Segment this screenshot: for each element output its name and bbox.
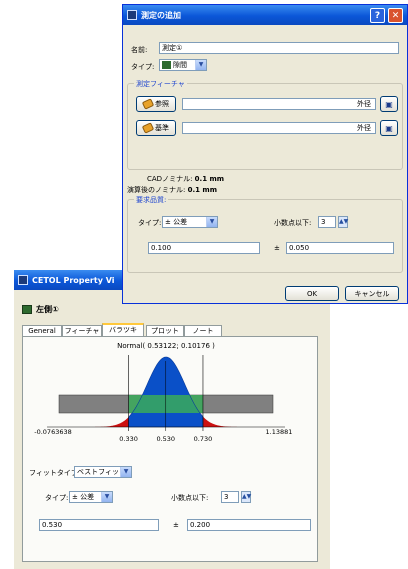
reference-field[interactable]: 外径 — [182, 98, 376, 110]
quality-group: 要求品質: タイプ: ± 公差 ▼ 小数点以下: 3 ▲▼ 0.100 ± 0.… — [127, 195, 403, 273]
pick-cursor-icon: ▣ — [385, 123, 393, 133]
feature-group-label: 測定フィーチャ — [134, 79, 187, 89]
x-tick-label: 0.730 — [194, 435, 213, 443]
rounded-nominal-row: 演算後のノミナル: 0.1 mm — [127, 186, 218, 194]
decimals-label: 小数点以下: — [171, 494, 209, 502]
fit-type-select[interactable]: ベストフィット ▼ — [74, 466, 132, 478]
decimals-field[interactable]: 3 — [221, 491, 239, 503]
app-icon — [18, 275, 28, 285]
x-tick-label: -0.0763638 — [34, 428, 72, 436]
type-label: タイプ: — [45, 494, 69, 502]
tolerance-field[interactable]: 0.200 — [187, 519, 311, 531]
q-tolerance-field[interactable]: 0.050 — [286, 242, 394, 254]
dialog-title-bar[interactable]: 測定の追加 ? ✕ — [123, 5, 407, 25]
dialog-app-icon — [127, 10, 137, 20]
nominal-field[interactable]: 0.530 — [39, 519, 159, 531]
cancel-button[interactable]: キャンセル — [345, 286, 399, 301]
chevron-down-icon: ▼ — [195, 60, 206, 70]
tab-panel: Normal( 0.53122; 0.10176 ) -0.0763638 0.3… — [22, 336, 318, 562]
gap-icon — [162, 61, 171, 69]
q-decimals-label: 小数点以下: — [274, 219, 312, 227]
chart-title: Normal( 0.53122; 0.10176 ) — [117, 342, 215, 350]
upper-tail-area — [202, 416, 242, 427]
lower-tail-area — [90, 417, 129, 427]
x-tick-label: 0.330 — [119, 435, 138, 443]
type-value: ± 公差 — [72, 493, 95, 501]
fit-type-value: ベストフィット — [77, 468, 126, 476]
cetol-title: CETOL Property Vi — [32, 275, 115, 285]
tab-general[interactable]: General — [22, 325, 62, 336]
rounded-nominal-value: 0.1 mm — [187, 186, 218, 194]
add-measurement-dialog: 測定の追加 ? ✕ 名前: 測定① タイプ: 隙間 ▼ 測定フィーチャ 参照 外… — [122, 4, 408, 304]
cad-nominal-value: 0.1 mm — [194, 175, 225, 183]
pick-cursor-icon: ▣ — [385, 99, 393, 109]
tab-variation[interactable]: バラツキ — [102, 323, 144, 337]
reference-button[interactable]: 参照 — [136, 96, 176, 112]
tab-plot[interactable]: プロット — [146, 325, 184, 336]
chevron-down-icon: ▼ — [120, 467, 131, 477]
close-icon[interactable]: ✕ — [388, 8, 403, 23]
dialog-title: 測定の追加 — [141, 10, 181, 20]
q-plus-minus-symbol: ± — [274, 244, 280, 252]
question-icon[interactable]: ? — [370, 8, 385, 23]
x-tick-label: 0.530 — [156, 435, 175, 443]
chevron-down-icon: ▼ — [206, 217, 217, 227]
eraser-icon — [141, 122, 155, 134]
select-base-button[interactable]: ▣ — [380, 120, 398, 136]
q-decimals-field[interactable]: 3 — [318, 216, 336, 228]
plus-minus-symbol: ± — [173, 521, 179, 529]
name-field[interactable]: 測定① — [159, 42, 399, 54]
type-label: タイプ: — [131, 63, 155, 71]
eraser-icon — [141, 98, 155, 110]
q-decimals-spinner[interactable]: ▲▼ — [338, 216, 348, 228]
q-nominal-field[interactable]: 0.100 — [148, 242, 260, 254]
feature-header: 左側① — [22, 304, 59, 315]
feature-icon — [22, 305, 32, 314]
cetol-property-window: CETOL Property Vi 左側① General フィーチャ バラツキ… — [14, 270, 330, 569]
decimals-spinner[interactable]: ▲▼ — [241, 491, 251, 503]
q-type-select[interactable]: ± 公差 ▼ — [162, 216, 218, 228]
name-label: 名前: — [131, 46, 148, 54]
chevron-down-icon: ▼ — [101, 492, 112, 502]
quality-group-label: 要求品質: — [134, 195, 169, 205]
feature-name: 左側① — [36, 305, 59, 314]
fit-type-label: フィットタイプ: — [29, 469, 81, 477]
q-type-label: タイプ: — [138, 219, 162, 227]
base-field[interactable]: 外径 — [182, 122, 376, 134]
ok-button[interactable]: OK — [285, 286, 339, 301]
cad-nominal-row: CADノミナル: 0.1 mm — [147, 175, 225, 183]
distribution-chart: Normal( 0.53122; 0.10176 ) -0.0763638 0.3… — [34, 342, 293, 443]
select-reference-button[interactable]: ▣ — [380, 96, 398, 112]
feature-group: 測定フィーチャ 参照 外径 ▣ 基準 外径 ▣ — [127, 79, 403, 170]
tab-feature[interactable]: フィーチャ — [62, 325, 102, 336]
x-tick-label: 1.13881 — [266, 428, 293, 436]
base-button[interactable]: 基準 — [136, 120, 176, 136]
type-select[interactable]: ± 公差 ▼ — [69, 491, 113, 503]
type-select[interactable]: 隙間 ▼ — [159, 59, 207, 71]
tab-note[interactable]: ノート — [184, 325, 222, 336]
